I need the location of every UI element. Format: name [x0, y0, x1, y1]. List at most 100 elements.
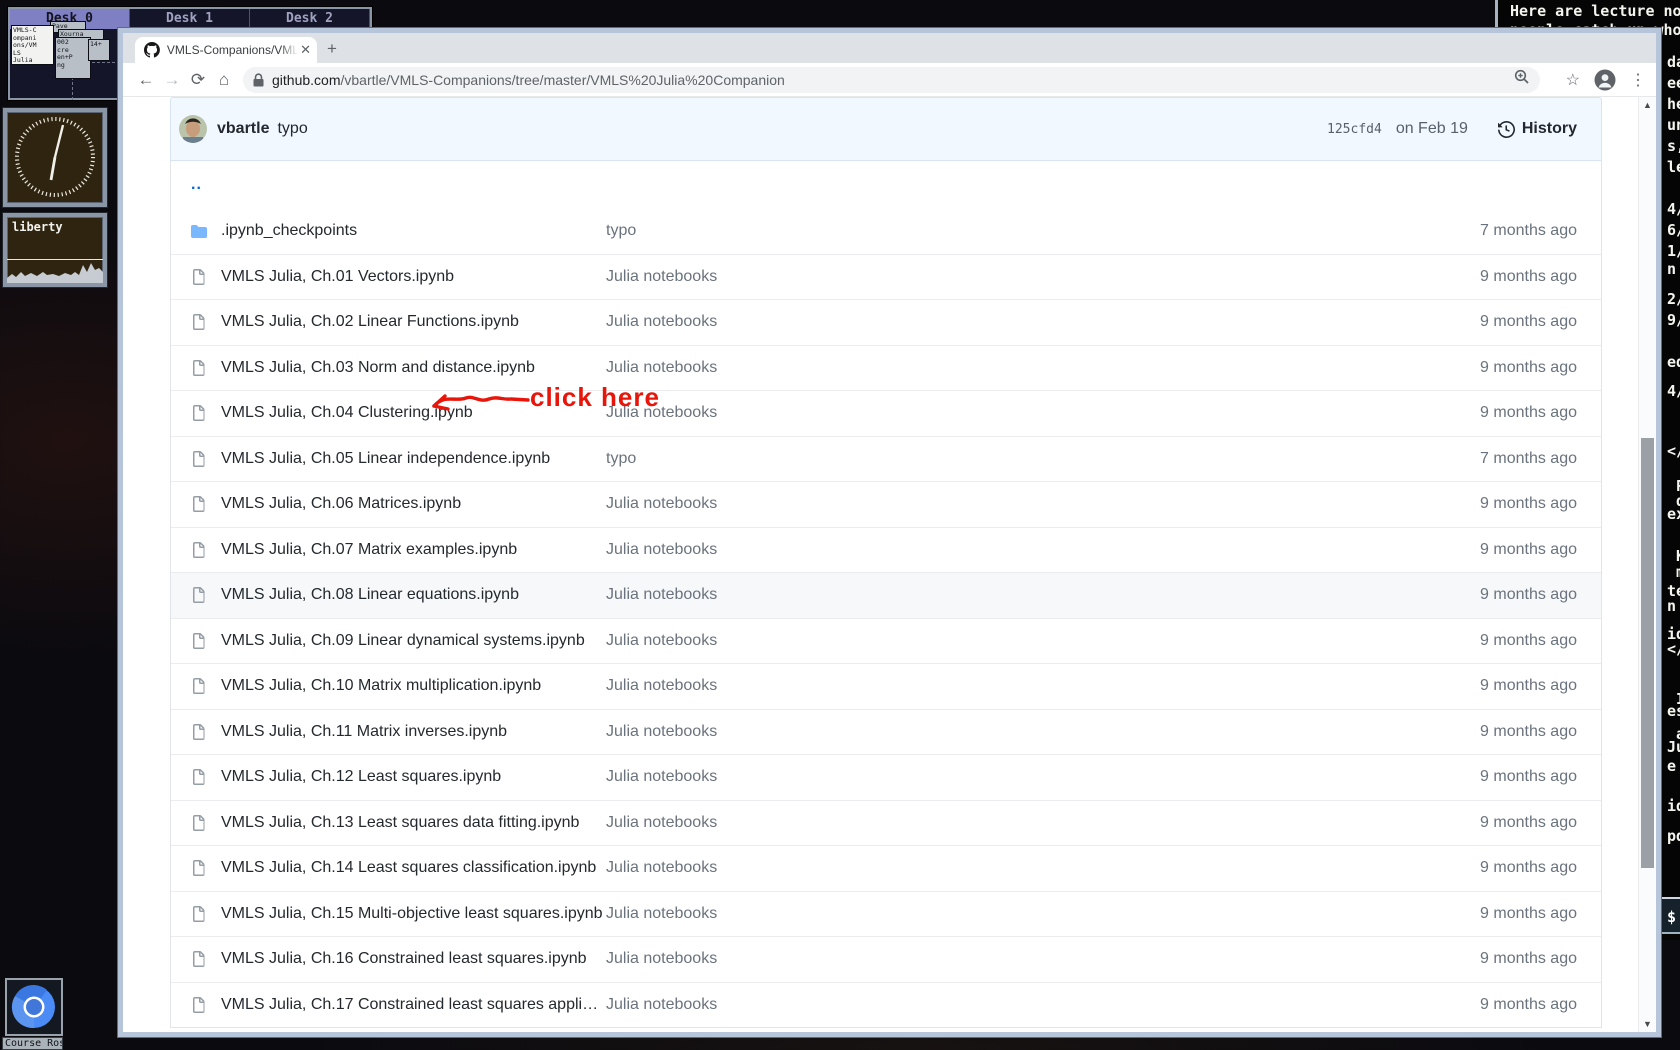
parent-directory-link[interactable]: ..: [191, 176, 202, 194]
file-age: 9 months ago: [1480, 677, 1577, 695]
forward-icon[interactable]: →: [159, 70, 185, 90]
file-age: 9 months ago: [1480, 404, 1577, 422]
pager-mini-window[interactable]: 002 cre en+P ng: [55, 37, 91, 79]
table-row[interactable]: VMLS Julia, Ch.02 Linear Functions.ipynb…: [171, 299, 1601, 345]
table-row[interactable]: VMLS Julia, Ch.06 Matrices.ipynb Julia n…: [171, 481, 1601, 527]
file-link[interactable]: VMLS Julia, Ch.09 Linear dynamical syste…: [221, 632, 585, 650]
table-row[interactable]: VMLS Julia, Ch.08 Linear equations.ipynb…: [171, 572, 1601, 618]
table-row[interactable]: VMLS Julia, Ch.09 Linear dynamical syste…: [171, 617, 1601, 664]
commit-message-link[interactable]: Julia notebooks: [606, 404, 1441, 422]
zoom-page-icon[interactable]: [1506, 69, 1530, 90]
commit-message-link[interactable]: Julia notebooks: [606, 814, 1441, 832]
table-row[interactable]: .ipynb_checkpoints typo 7 months ago: [171, 208, 1601, 254]
table-row[interactable]: VMLS Julia, Ch.17 Constrained least squa…: [171, 981, 1601, 1028]
commit-message-link[interactable]: Julia notebooks: [606, 541, 1441, 559]
file-link[interactable]: VMLS Julia, Ch.01 Vectors.ipynb: [221, 268, 454, 286]
table-row[interactable]: VMLS Julia, Ch.14 Least squares classifi…: [171, 845, 1601, 891]
terminal-side-line: id: [1667, 797, 1680, 815]
terminal-prompt-band[interactable]: $: [1660, 897, 1680, 934]
table-row[interactable]: VMLS Julia, Ch.12 Least squares.ipynb Ju…: [171, 754, 1601, 800]
table-row[interactable]: VMLS Julia, Ch.03 Norm and distance.ipyn…: [171, 344, 1601, 391]
commit-author[interactable]: vbartle: [217, 120, 269, 138]
scrollbar-thumb[interactable]: [1641, 438, 1654, 868]
history-button[interactable]: History: [1497, 120, 1577, 138]
commit-message-link[interactable]: Julia notebooks: [606, 677, 1441, 695]
file-link[interactable]: VMLS Julia, Ch.16 Constrained least squa…: [221, 950, 587, 968]
file-link[interactable]: VMLS Julia, Ch.14 Least squares classifi…: [221, 859, 596, 877]
tab-close-icon[interactable]: ✕: [300, 42, 311, 58]
pager-mini-window-browser[interactable]: VMLS-C ompani ons/VM LS Julia: [11, 25, 54, 65]
file-link[interactable]: VMLS Julia, Ch.05 Linear independence.ip…: [221, 450, 550, 468]
url-text[interactable]: github.com/vbartle/VMLS-Companions/tree/…: [272, 72, 785, 88]
table-row[interactable]: VMLS Julia, Ch.15 Multi-objective least …: [171, 890, 1601, 937]
commit-message-link[interactable]: typo: [606, 222, 1441, 240]
commit-message-link[interactable]: Julia notebooks: [606, 996, 1441, 1014]
scroll-up-icon[interactable]: ▲: [1639, 97, 1656, 113]
bookmark-star-icon[interactable]: ☆: [1566, 70, 1580, 90]
table-row[interactable]: VMLS Julia, Ch.10 Matrix multiplication.…: [171, 663, 1601, 709]
reload-icon[interactable]: ⟳: [185, 70, 211, 90]
file-age: 9 months ago: [1480, 950, 1577, 968]
file-link[interactable]: VMLS Julia, Ch.08 Linear equations.ipynb: [221, 586, 519, 604]
table-row[interactable]: VMLS Julia, Ch.04 Clustering.ipynb Julia…: [171, 390, 1601, 436]
table-row[interactable]: VMLS Julia, Ch.01 Vectors.ipynb Julia no…: [171, 253, 1601, 300]
commit-sha[interactable]: 125cfd4: [1327, 122, 1382, 137]
parent-directory-row[interactable]: ..: [171, 161, 1601, 208]
file-age: 9 months ago: [1480, 495, 1577, 513]
commit-message-link[interactable]: Julia notebooks: [606, 859, 1441, 877]
commit-message-link[interactable]: Julia notebooks: [606, 495, 1441, 513]
page-scrollbar[interactable]: ▲ ▼: [1638, 97, 1656, 1032]
browser-menu-icon[interactable]: ⋮: [1630, 70, 1646, 90]
desk-label: Desk 2: [286, 11, 333, 26]
commit-author-avatar[interactable]: [179, 115, 207, 143]
terminal-side-line: ee: [1667, 74, 1680, 92]
file-link[interactable]: VMLS Julia, Ch.07 Matrix examples.ipynb: [221, 541, 517, 559]
commit-message-link[interactable]: Julia notebooks: [606, 586, 1441, 604]
file-link[interactable]: VMLS Julia, Ch.11 Matrix inverses.ipynb: [221, 723, 507, 741]
home-icon[interactable]: ⌂: [211, 70, 237, 90]
table-row[interactable]: VMLS Julia, Ch.11 Matrix inverses.ipynb …: [171, 708, 1601, 755]
clock-widget: [2, 107, 108, 208]
table-row[interactable]: VMLS Julia, Ch.13 Least squares data fit…: [171, 799, 1601, 846]
file-link[interactable]: VMLS Julia, Ch.15 Multi-objective least …: [221, 905, 603, 923]
commit-message-link[interactable]: Julia notebooks: [606, 950, 1441, 968]
commit-message-link[interactable]: typo: [606, 450, 1441, 468]
chromium-launcher[interactable]: [5, 978, 63, 1036]
profile-avatar[interactable]: [1594, 69, 1616, 91]
terminal-side-line: n: [1667, 597, 1677, 615]
commit-message-link[interactable]: typo: [277, 120, 307, 138]
back-icon[interactable]: ←: [133, 70, 159, 90]
latest-commit-bar: vbartle typo 125cfd4 on Feb 19 History: [170, 97, 1602, 161]
commit-message-link[interactable]: Julia notebooks: [606, 768, 1441, 786]
new-tab-button[interactable]: +: [327, 39, 337, 59]
commit-message-link[interactable]: Julia notebooks: [606, 905, 1441, 923]
file-table: .. .ipynb_checkpoints typo 7 months ago: [170, 161, 1602, 1028]
terminal-side-line: le: [1667, 158, 1680, 176]
file-link[interactable]: .ipynb_checkpoints: [221, 222, 357, 240]
file-age: 9 months ago: [1480, 313, 1577, 331]
commit-message-link[interactable]: Julia notebooks: [606, 313, 1441, 331]
commit-message-link[interactable]: Julia notebooks: [606, 359, 1441, 377]
scroll-down-icon[interactable]: ▼: [1639, 1016, 1656, 1032]
address-bar[interactable]: github.com/vbartle/VMLS-Companions/tree/…: [243, 66, 1540, 93]
commit-message-link[interactable]: Julia notebooks: [606, 723, 1441, 741]
file-icon: [193, 860, 205, 877]
terminal-side-line: ex: [1667, 505, 1680, 523]
browser-tab[interactable]: VMLS-Companions/VMLS Ju ✕: [135, 37, 317, 63]
table-row[interactable]: VMLS Julia, Ch.16 Constrained least squa…: [171, 936, 1601, 982]
file-icon: [193, 541, 205, 558]
pager-mini-window[interactable]: 14+: [88, 39, 110, 61]
file-link[interactable]: VMLS Julia, Ch.02 Linear Functions.ipynb: [221, 313, 519, 331]
commit-message-link[interactable]: Julia notebooks: [606, 268, 1441, 286]
file-link[interactable]: VMLS Julia, Ch.06 Matrices.ipynb: [221, 495, 461, 513]
file-link[interactable]: VMLS Julia, Ch.10 Matrix multiplication.…: [221, 677, 541, 695]
commit-message-link[interactable]: Julia notebooks: [606, 632, 1441, 650]
history-icon: [1497, 120, 1515, 138]
file-link[interactable]: VMLS Julia, Ch.12 Least squares.ipynb: [221, 768, 501, 786]
table-row[interactable]: VMLS Julia, Ch.07 Matrix examples.ipynb …: [171, 526, 1601, 573]
table-row[interactable]: VMLS Julia, Ch.05 Linear independence.ip…: [171, 435, 1601, 482]
file-link[interactable]: VMLS Julia, Ch.03 Norm and distance.ipyn…: [221, 359, 535, 377]
file-icon: [193, 587, 205, 604]
file-link[interactable]: VMLS Julia, Ch.17 Constrained least squa…: [221, 996, 598, 1014]
file-link[interactable]: VMLS Julia, Ch.13 Least squares data fit…: [221, 814, 579, 832]
